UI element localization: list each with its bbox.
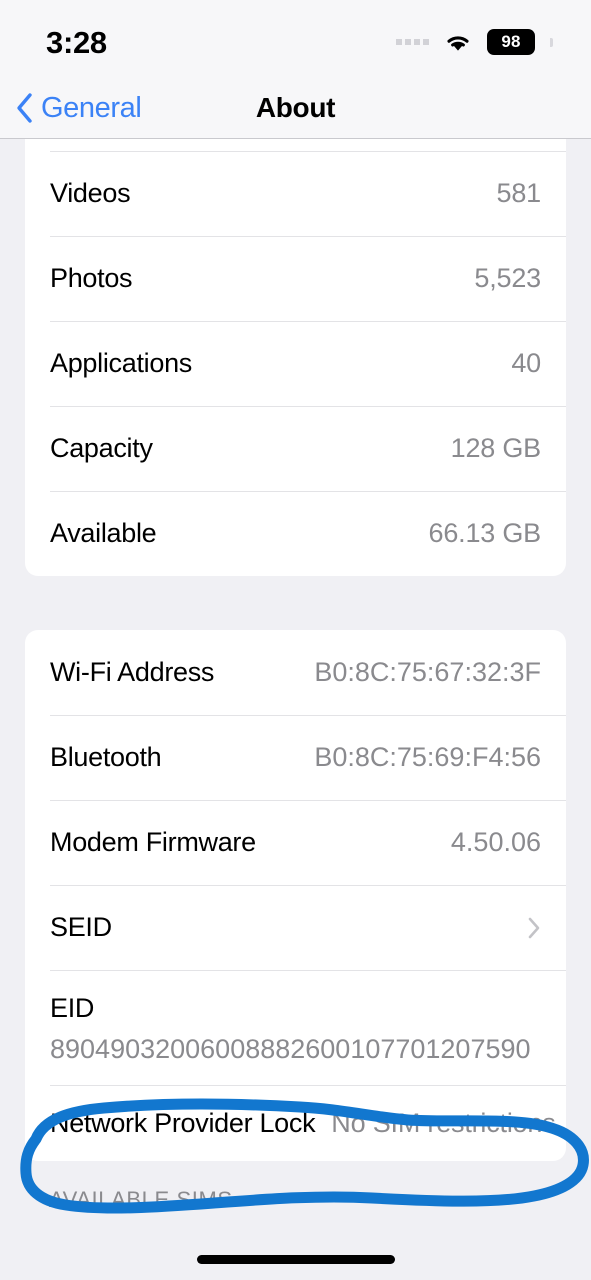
- row-value: B0:8C:75:67:32:3F: [314, 657, 541, 687]
- table-row[interactable]: Capacity 128 GB: [25, 406, 566, 491]
- row-label: Capacity: [50, 433, 153, 463]
- table-row-eid[interactable]: EID 89049032006008882600107701207590: [25, 970, 566, 1085]
- table-row-network-provider-lock[interactable]: Network Provider Lock No SIM restriction…: [25, 1085, 566, 1161]
- row-label: Bluetooth: [50, 742, 162, 772]
- table-row[interactable]: Available 66.13 GB: [25, 491, 566, 576]
- row-value: 5,523: [474, 263, 541, 293]
- table-row[interactable]: Bluetooth B0:8C:75:69:F4:56: [25, 715, 566, 800]
- table-row[interactable]: Modem Firmware 4.50.06: [25, 800, 566, 885]
- row-value: 4.50.06: [450, 827, 541, 857]
- row-label: Wi-Fi Address: [50, 657, 215, 687]
- battery-cap: [550, 37, 553, 47]
- signal-dots-icon: [396, 39, 429, 45]
- storage-group: Videos 581 Photos 5,523 Applications 40 …: [25, 139, 566, 576]
- table-row-seid[interactable]: SEID: [25, 885, 566, 970]
- row-label: Applications: [50, 348, 192, 378]
- row-label: Modem Firmware: [50, 827, 256, 857]
- row-value: No SIM restrictions: [331, 1107, 556, 1138]
- row-value: 581: [496, 178, 542, 208]
- row-value: 89049032006008882600107701207590: [50, 1033, 531, 1064]
- battery-icon: 98: [487, 29, 535, 55]
- status-bar-clock: 3:28: [46, 24, 107, 60]
- settings-list[interactable]: Videos 581 Photos 5,523 Applications 40 …: [0, 139, 591, 1280]
- row-value: 40: [511, 348, 541, 378]
- back-button-label: General: [41, 91, 142, 124]
- row-value: 66.13 GB: [428, 518, 542, 548]
- table-row[interactable]: Photos 5,523: [25, 236, 566, 321]
- battery-percent-label: 98: [501, 32, 521, 51]
- back-button[interactable]: General: [14, 91, 142, 124]
- chevron-right-icon: [527, 916, 541, 940]
- navigation-bar: General About: [0, 78, 591, 139]
- row-value: B0:8C:75:69:F4:56: [314, 742, 541, 772]
- row-label: Network Provider Lock: [50, 1107, 316, 1138]
- row-label: EID: [50, 992, 95, 1023]
- row-label: Videos: [50, 178, 131, 208]
- row-label: Photos: [50, 263, 133, 293]
- home-indicator: [196, 1255, 395, 1264]
- row-label: SEID: [50, 912, 112, 942]
- table-row[interactable]: Applications 40: [25, 321, 566, 406]
- table-row[interactable]: Videos 581: [25, 151, 566, 236]
- table-row[interactable]: Wi-Fi Address B0:8C:75:67:32:3F: [25, 630, 566, 715]
- iphone-screen: 3:28 98 General About Videos 581 Photos …: [0, 0, 591, 1280]
- page-title: About: [255, 92, 336, 123]
- wifi-icon: [442, 30, 474, 54]
- chevron-left-icon: [14, 92, 34, 124]
- table-row-partial[interactable]: [25, 139, 566, 151]
- status-bar: 3:28 98: [0, 0, 591, 78]
- status-bar-indicators: 98: [396, 29, 553, 55]
- identifiers-group: Wi-Fi Address B0:8C:75:67:32:3F Bluetoot…: [25, 630, 566, 1161]
- row-value: 128 GB: [450, 433, 542, 463]
- row-label: Available: [50, 518, 157, 548]
- section-header-available-sims: AVAILABLE SIMS: [49, 1187, 233, 1212]
